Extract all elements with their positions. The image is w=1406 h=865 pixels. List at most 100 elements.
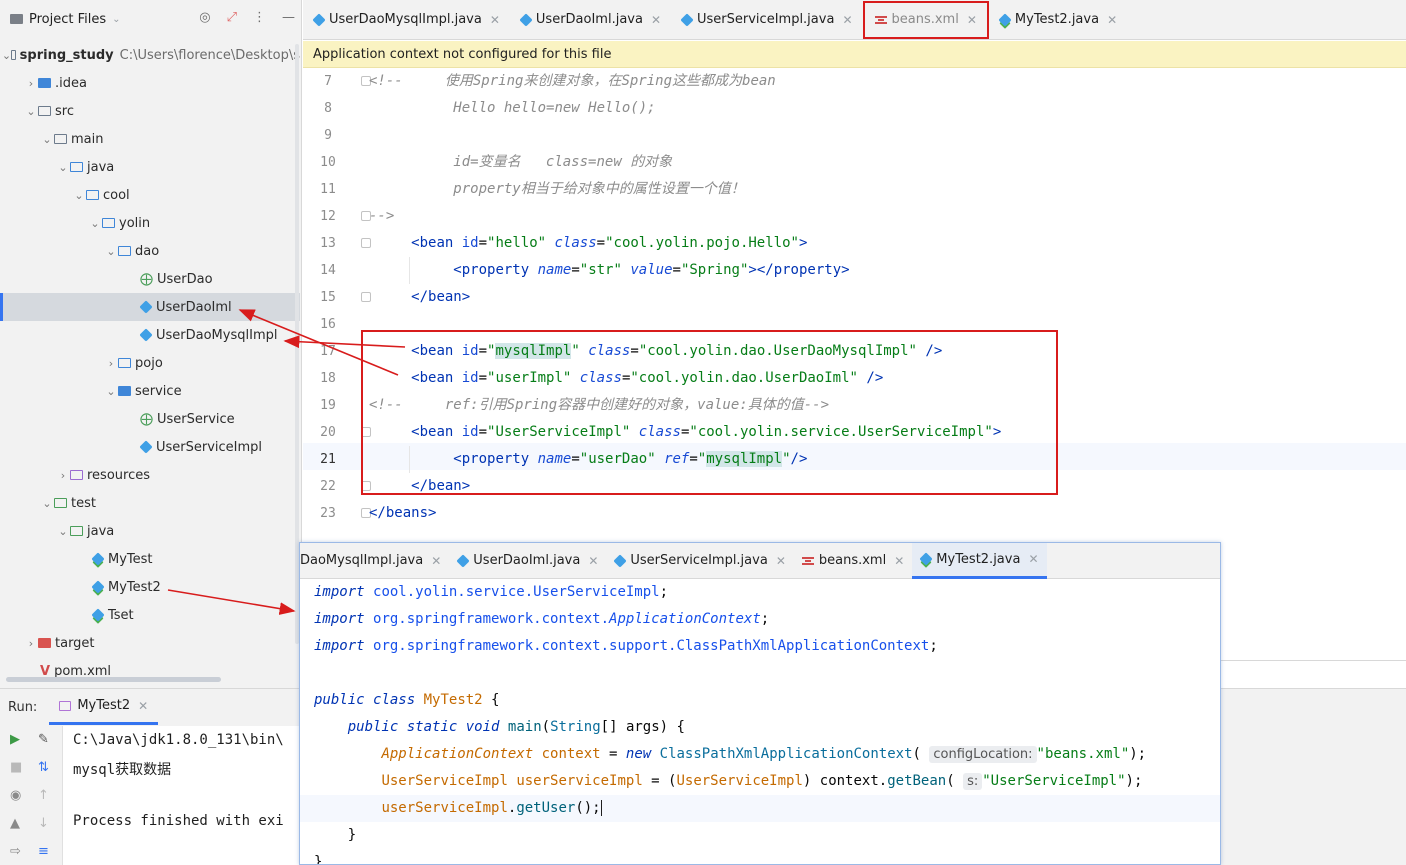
xml-value: "Spring" (680, 262, 749, 278)
tab-userserviceimpl[interactable]: UserServiceImpl.java ✕ (606, 543, 793, 579)
var-name: context (541, 746, 601, 762)
chevron-down-icon[interactable]: ⌄ (88, 217, 102, 230)
horizontal-scrollbar[interactable] (6, 677, 221, 682)
tree-item-yolin[interactable]: ⌄ yolin (0, 209, 300, 237)
tree-item-main[interactable]: ⌄ main (0, 125, 300, 153)
tree-item-mytest[interactable]: MyTest (0, 545, 300, 573)
tree-item-cool[interactable]: ⌄ cool (0, 181, 300, 209)
stop-icon[interactable]: ■ (10, 760, 22, 775)
close-icon[interactable]: ✕ (651, 13, 661, 27)
import-path: org.springframework.context.support. (373, 638, 677, 654)
pin-icon[interactable]: ▲ (10, 816, 20, 831)
tree-item-pojo[interactable]: › pojo (0, 349, 300, 377)
tab-userserviceimpl[interactable]: UserServiceImpl.java ✕ (671, 0, 862, 40)
project-panel-title[interactable]: Project Files (29, 12, 106, 27)
java-code-editor[interactable]: import cool.yolin.service.UserServiceImp… (300, 579, 1220, 864)
close-icon[interactable]: ✕ (1107, 13, 1117, 27)
camera-icon[interactable]: ◉ (10, 788, 21, 803)
close-icon[interactable]: ✕ (490, 13, 500, 27)
options-icon[interactable]: ⋮ (253, 10, 266, 25)
keyword: import (314, 638, 365, 654)
run-tab-mytest2[interactable]: MyTest2 ✕ (49, 689, 159, 725)
chevron-right-icon[interactable]: › (104, 357, 118, 370)
line-number: 17 (320, 344, 336, 359)
tab-daomysqlimpl[interactable]: DaoMysqlImpl.java ✕ (300, 543, 449, 579)
tab-userdaomysqlimpl[interactable]: UserDaoMysqlImpl.java ✕ (303, 0, 510, 40)
tab-beans-xml[interactable]: beans.xml ✕ (794, 543, 912, 579)
chevron-down-icon[interactable]: ⌄ (40, 497, 54, 510)
collapse-all-icon[interactable]: ⤢ (227, 10, 237, 25)
tree-label: cool (103, 187, 130, 203)
tree-item-idea[interactable]: › .idea (0, 69, 300, 97)
string-literal: "UserServiceImpl" (982, 773, 1126, 789)
class-icon (680, 12, 694, 27)
chevron-down-icon[interactable]: ⌄ (56, 525, 70, 538)
tab-userdaoiml[interactable]: UserDaoIml.java ✕ (449, 543, 606, 579)
close-icon[interactable]: ✕ (842, 13, 852, 27)
tree-item-service[interactable]: ⌄ service (0, 377, 300, 405)
tree-item-dao[interactable]: ⌄ dao (0, 237, 300, 265)
exit-icon[interactable]: ⇨ (10, 844, 21, 859)
code-line-import-1: import cool.yolin.service.UserServiceImp… (314, 584, 669, 600)
tab-userdaoiml[interactable]: UserDaoIml.java ✕ (510, 0, 671, 40)
chevron-down-icon[interactable]: ⌄ (72, 189, 86, 202)
chevron-down-icon[interactable]: ⌄ (56, 161, 70, 174)
tree-label: UserDaoMysqlImpl (156, 327, 278, 343)
tree-item-project-root[interactable]: ⌄ spring_study C:\Users\florence\Desktop\… (0, 41, 300, 69)
close-icon[interactable]: ✕ (138, 699, 148, 713)
locate-icon[interactable]: ◎ (199, 10, 210, 25)
string-literal: "beans.xml" (1036, 746, 1130, 762)
type-name: ApplicationContext (381, 746, 534, 762)
xml-attr: value (630, 262, 673, 278)
tree-item-userserviceimpl[interactable]: UserServiceImpl (0, 433, 300, 461)
close-icon[interactable]: ✕ (431, 554, 441, 568)
tab-beans-xml[interactable]: beans.xml ✕ (862, 0, 989, 39)
close-icon[interactable]: ✕ (588, 554, 598, 568)
tree-item-target[interactable]: › target (0, 629, 300, 657)
hide-icon[interactable]: — (282, 10, 295, 25)
sort-icon[interactable]: ⇅ (38, 760, 49, 775)
tree-item-resources[interactable]: › resources (0, 461, 300, 489)
rerun-icon[interactable]: ▶ (10, 732, 20, 747)
package-icon (118, 358, 131, 368)
chevron-down-icon[interactable]: ⌄ (2, 49, 11, 62)
chevron-right-icon[interactable]: › (24, 637, 38, 650)
tab-mytest2-active[interactable]: MyTest2.java ✕ (912, 543, 1047, 579)
tree-item-src[interactable]: ⌄ src (0, 97, 300, 125)
close-icon[interactable]: ✕ (776, 554, 786, 568)
tree-item-userservice[interactable]: ⨁ UserService (0, 405, 300, 433)
chevron-down-icon[interactable]: ⌄ (104, 245, 118, 258)
line-number-current: 21 (320, 452, 336, 467)
close-icon[interactable]: ✕ (1028, 552, 1038, 566)
chevron-down-icon[interactable]: ⌄ (112, 14, 120, 25)
chevron-down-icon[interactable]: ⌄ (24, 105, 38, 118)
chevron-down-icon[interactable]: ⌄ (104, 385, 118, 398)
down-arrow-icon[interactable]: ↓ (38, 816, 49, 831)
tree-label: resources (87, 467, 151, 483)
tree-item-userdaoiml[interactable]: UserDaoIml (0, 293, 300, 321)
edit-config-icon[interactable]: ✎ (38, 732, 49, 747)
up-arrow-icon[interactable]: ↑ (38, 788, 49, 803)
tree-item-java[interactable]: ⌄ java (0, 153, 300, 181)
code-line-class: public class MyTest2 { (314, 692, 500, 708)
code-line-context: ApplicationContext context = new ClassPa… (381, 746, 1147, 763)
chevron-right-icon[interactable]: › (24, 77, 38, 90)
tree-item-userdao[interactable]: ⨁ UserDao (0, 265, 300, 293)
xml-attr: id (461, 235, 479, 251)
tab-mytest2[interactable]: MyTest2.java ✕ (989, 0, 1127, 40)
chevron-down-icon[interactable]: ⌄ (40, 133, 54, 146)
tree-item-userdaomysqlimpl[interactable]: UserDaoMysqlImpl (0, 321, 300, 349)
tree-item-tset[interactable]: Tset (0, 601, 300, 629)
console-output[interactable]: C:\Java\jdk1.8.0_131\bin\ mysql获取数据 Proc… (62, 726, 302, 865)
tree-item-mytest2[interactable]: MyTest2 (0, 573, 300, 601)
close-icon[interactable]: ✕ (894, 554, 904, 568)
overlay-editor-window[interactable]: DaoMysqlImpl.java ✕ UserDaoIml.java ✕ Us… (299, 542, 1221, 865)
tree-item-test-java[interactable]: ⌄ java (0, 517, 300, 545)
code-line-8: Hello hello=new Hello(); (369, 95, 655, 122)
tab-label: MyTest2.java (1014, 12, 1100, 27)
close-icon[interactable]: ✕ (967, 13, 977, 27)
folder-icon (38, 106, 51, 116)
tree-item-test[interactable]: ⌄ test (0, 489, 300, 517)
chevron-right-icon[interactable]: › (56, 469, 70, 482)
wrap-icon[interactable]: ≡ (38, 844, 49, 859)
